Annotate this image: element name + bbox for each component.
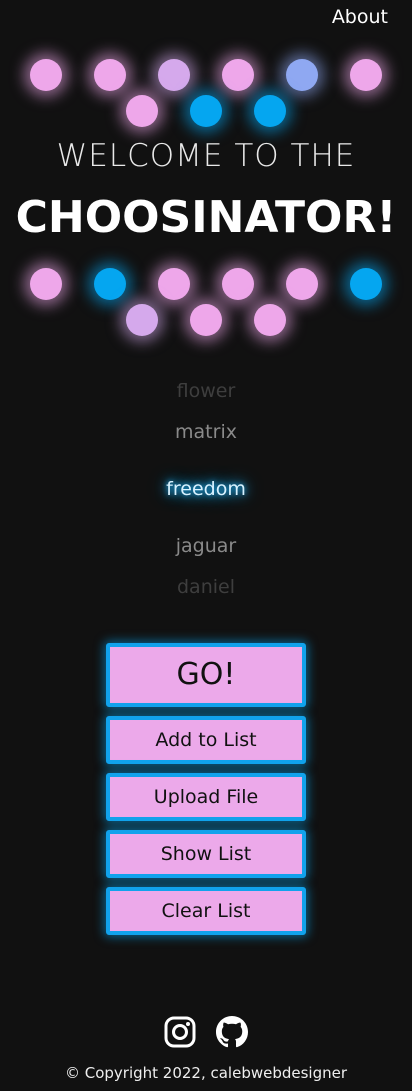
add-to-list-button[interactable]: Add to List (106, 716, 306, 764)
instagram-icon[interactable] (164, 1016, 196, 1048)
decorative-dot (190, 95, 222, 127)
decorative-dots-bottom (0, 267, 412, 357)
action-buttons: GO! Add to List Upload File Show List Cl… (106, 643, 306, 944)
github-icon[interactable] (216, 1016, 248, 1048)
decorative-dot (286, 59, 318, 91)
selected-name: freedom (166, 478, 246, 500)
name-item: jaguar (175, 535, 237, 557)
decorative-dot (94, 268, 126, 300)
decorative-dot (254, 304, 286, 336)
decorative-dot (222, 59, 254, 91)
decorative-dot (30, 268, 62, 300)
decorative-dot (126, 95, 158, 127)
decorative-dot (350, 59, 382, 91)
decorative-dot (158, 59, 190, 91)
name-item: daniel (177, 576, 235, 598)
social-links (0, 1016, 412, 1048)
go-button[interactable]: GO! (106, 643, 306, 707)
decorative-dot (190, 304, 222, 336)
decorative-dots-top (0, 58, 412, 148)
copyright-text: © Copyright 2022, calebwebdesigner (64, 1064, 348, 1082)
show-list-button[interactable]: Show List (106, 830, 306, 878)
about-link[interactable]: About (332, 6, 388, 28)
decorative-dot (286, 268, 318, 300)
upload-file-button[interactable]: Upload File (106, 773, 306, 821)
decorative-dot (126, 304, 158, 336)
decorative-dot (158, 268, 190, 300)
app-title: CHOOSINATOR! (15, 192, 397, 243)
decorative-dot (254, 95, 286, 127)
name-item: matrix (175, 421, 237, 443)
decorative-dot (30, 59, 62, 91)
name-item: flower (176, 380, 236, 402)
decorative-dot (222, 268, 254, 300)
decorative-dot (94, 59, 126, 91)
clear-list-button[interactable]: Clear List (106, 887, 306, 935)
decorative-dot (350, 268, 382, 300)
welcome-heading: WELCOME TO THE (56, 138, 356, 174)
